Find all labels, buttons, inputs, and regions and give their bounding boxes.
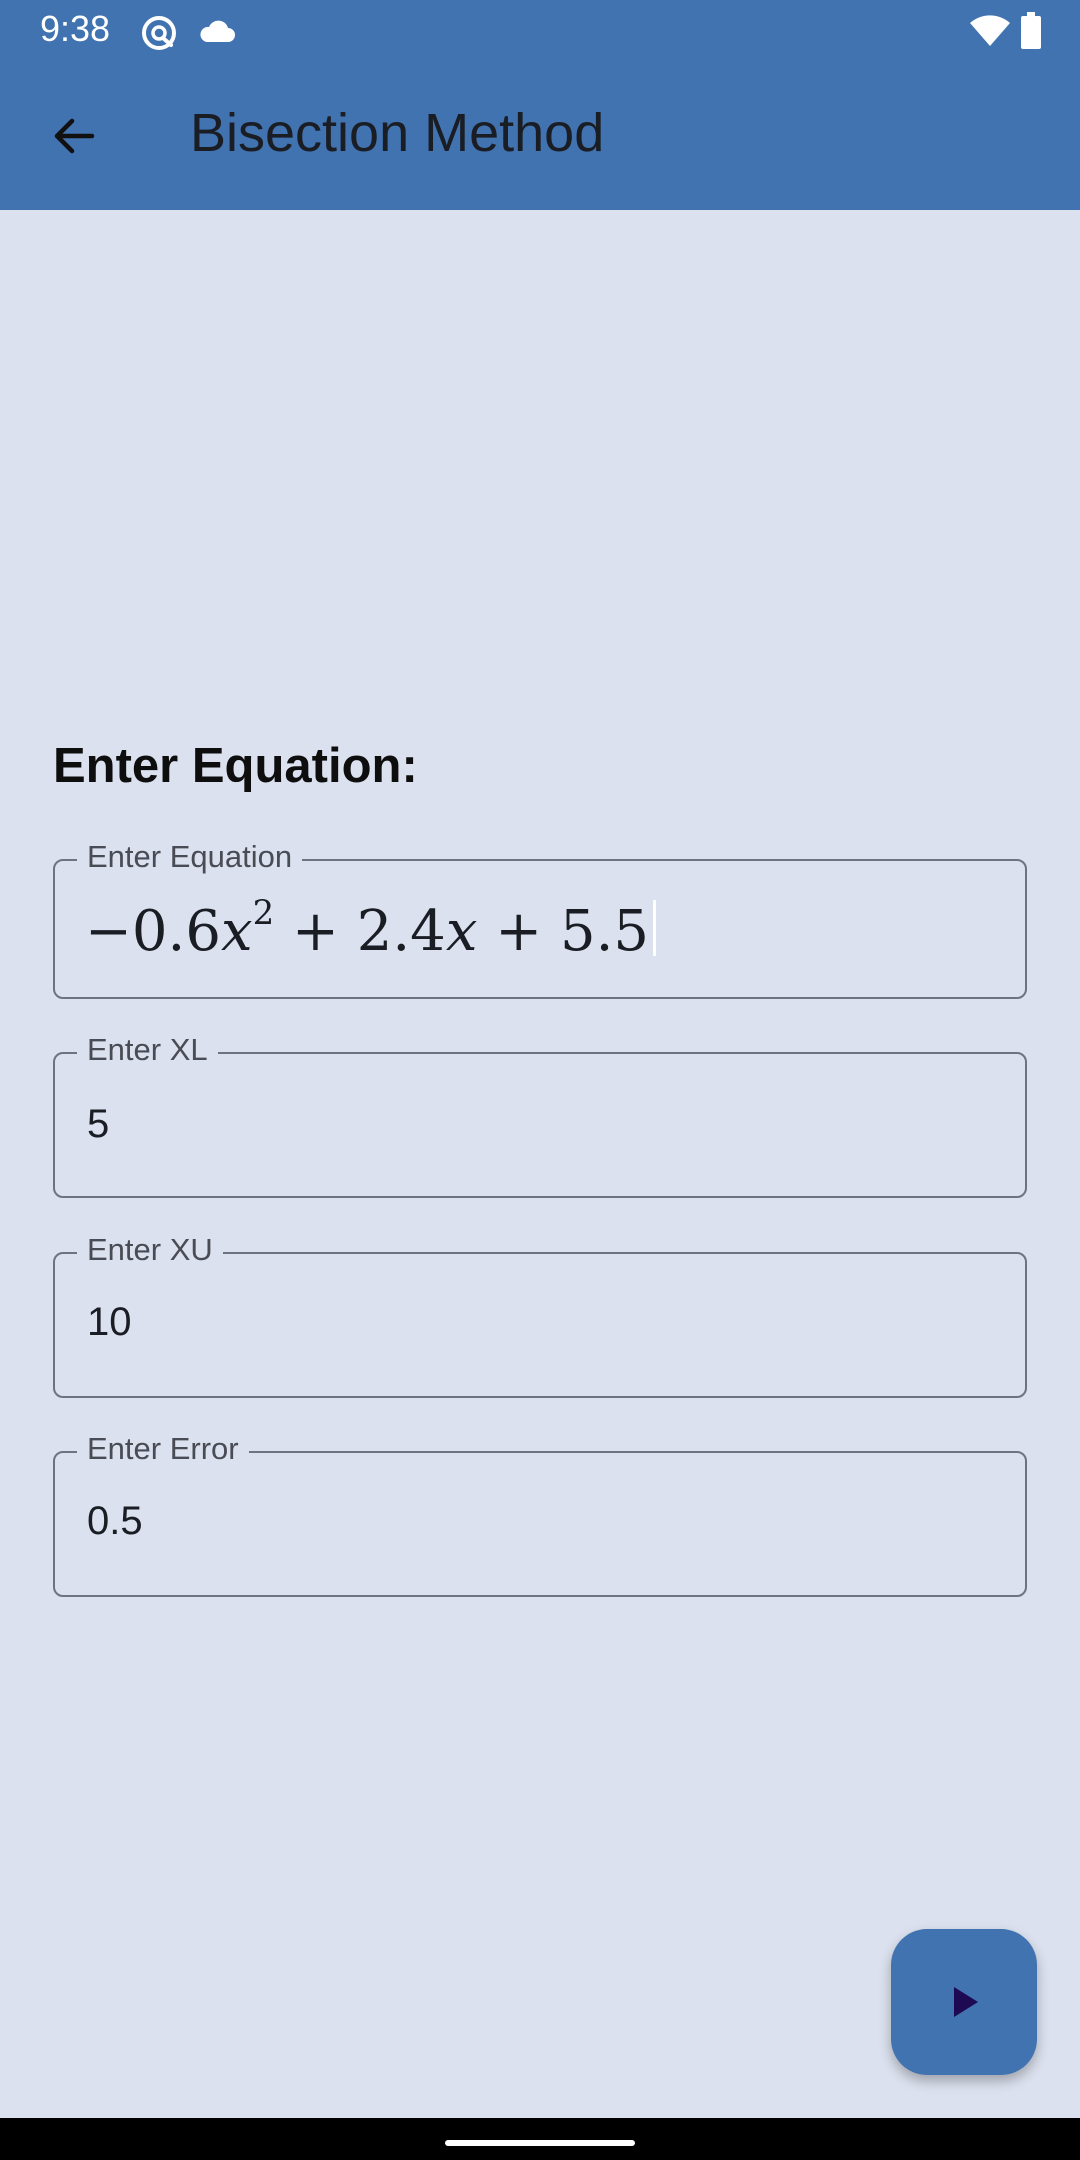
navigation-bar <box>0 2118 1080 2160</box>
equation-field[interactable]: Enter Equation −0.6x2 + 2.4x + 5.5 <box>53 837 1027 999</box>
run-button[interactable] <box>891 1929 1037 2075</box>
xl-field[interactable]: Enter XL 5 <box>53 1030 1027 1198</box>
equation-coef-a: −0.6 <box>85 899 221 964</box>
at-sign-icon <box>142 16 176 50</box>
back-button[interactable] <box>38 100 110 172</box>
error-input[interactable]: 0.5 <box>87 1499 143 1544</box>
home-gesture-handle[interactable] <box>445 2140 635 2146</box>
equation-constant: 5.5 <box>559 899 649 964</box>
equation-exponent: 2 <box>252 893 275 933</box>
cloud-icon <box>200 20 235 42</box>
wifi-icon <box>970 15 1010 46</box>
equation-field-label: Enter Equation <box>77 837 303 877</box>
equation-input[interactable]: −0.6x2 + 2.4x + 5.5 <box>85 896 656 964</box>
xu-field-label: Enter XU <box>77 1230 223 1270</box>
battery-icon <box>1021 12 1041 49</box>
section-heading: Enter Equation: <box>53 739 418 793</box>
arrow-left-icon <box>54 118 95 154</box>
equation-var: x <box>220 899 253 964</box>
play-icon <box>954 1987 978 2017</box>
status-bar: 9:38 <box>0 0 1080 64</box>
xu-input[interactable]: 10 <box>87 1300 132 1345</box>
text-cursor <box>653 900 656 956</box>
status-time: 9:38 <box>40 8 111 49</box>
page-title: Bisection Method <box>190 103 605 163</box>
xu-field[interactable]: Enter XU 10 <box>53 1230 1027 1398</box>
equation-operator: + <box>274 899 357 964</box>
equation-var: x <box>445 899 478 964</box>
app-bar: 9:38 Bisection Method <box>0 0 1080 210</box>
error-field[interactable]: Enter Error 0.5 <box>53 1429 1027 1597</box>
equation-operator: + <box>477 899 560 964</box>
xl-field-label: Enter XL <box>77 1030 218 1070</box>
equation-coef-b: 2.4 <box>356 899 446 964</box>
error-field-label: Enter Error <box>77 1429 249 1469</box>
xl-input[interactable]: 5 <box>87 1102 109 1147</box>
